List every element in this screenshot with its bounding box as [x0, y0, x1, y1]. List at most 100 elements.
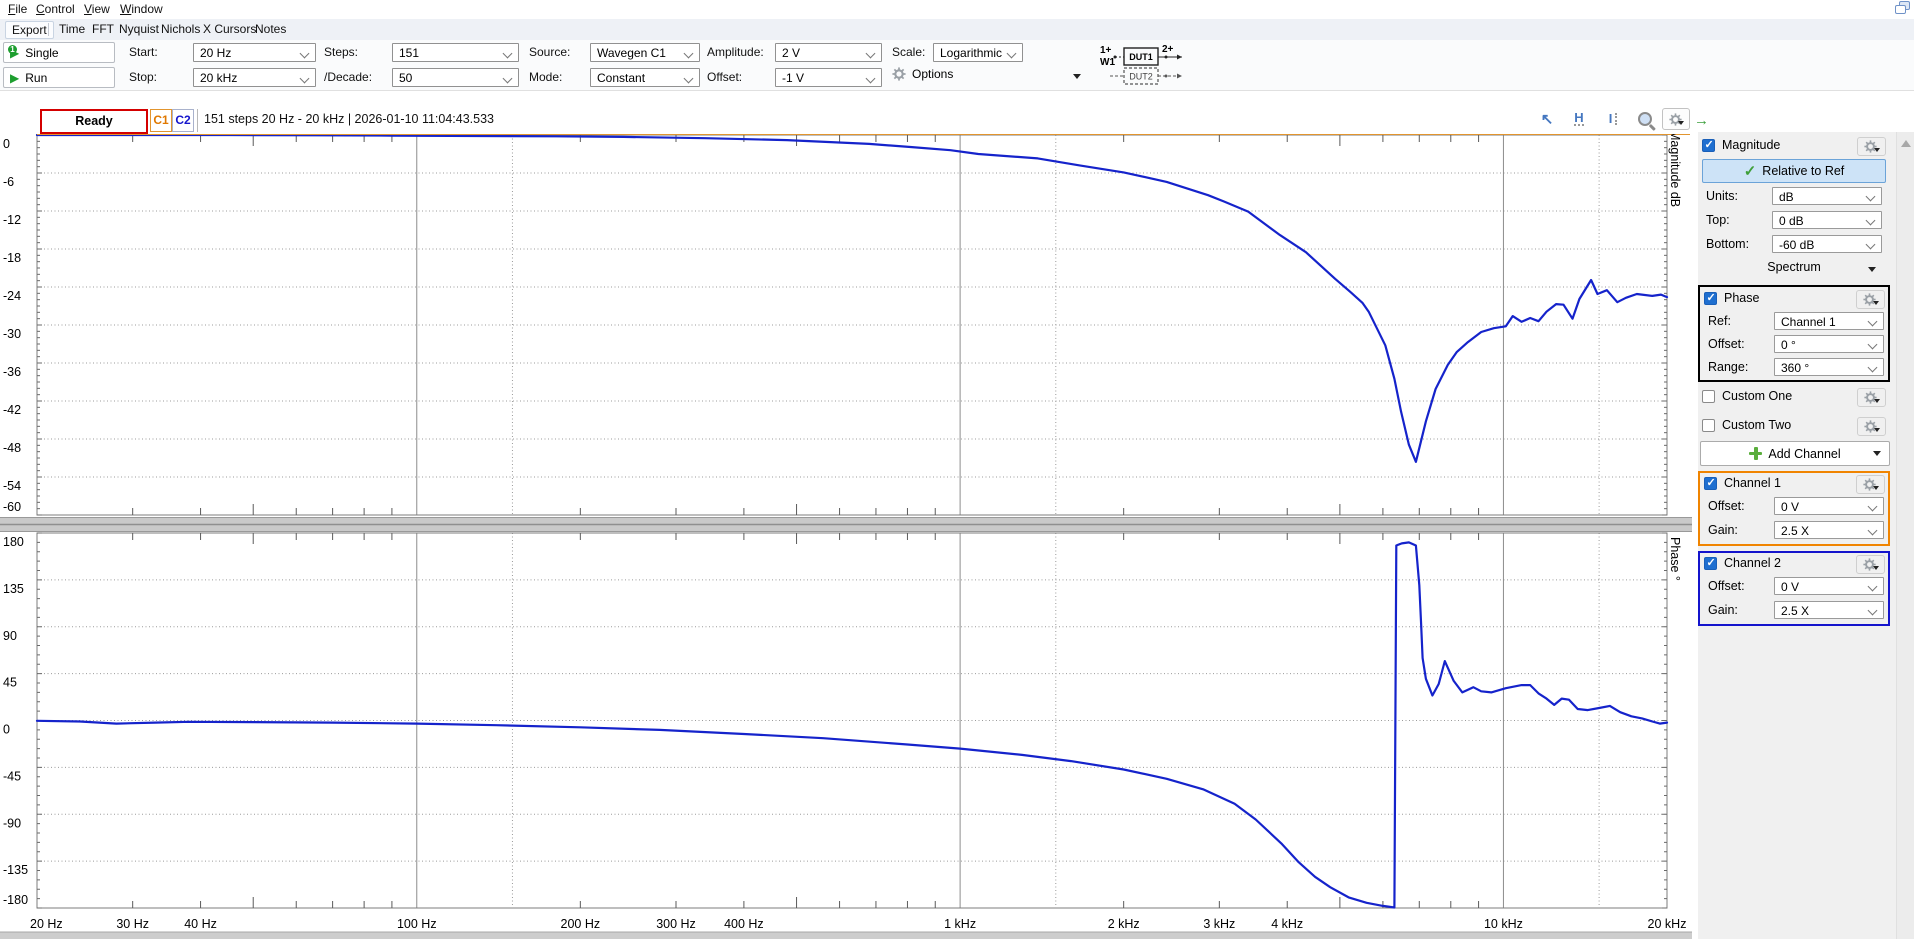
svg-text:3 kHz: 3 kHz [1203, 917, 1235, 931]
source-select[interactable]: Wavegen C1 [590, 43, 700, 62]
svg-text:135: 135 [3, 582, 24, 596]
play-icon: ▶ [10, 72, 19, 84]
dut-connection-diagram: 1+ W1 DUT1 2+ DUT2 [1098, 41, 1194, 89]
panel-expand-icon[interactable]: → [1694, 112, 1709, 129]
svg-text:4 kHz: 4 kHz [1271, 917, 1303, 931]
tab-notes[interactable]: Notes [249, 21, 292, 37]
custom-one-label: Custom One [1722, 389, 1792, 403]
options-dropdown-icon[interactable] [1073, 74, 1081, 79]
spectrum-expander[interactable]: Spectrum [1698, 260, 1890, 274]
single-button[interactable]: ▶ 1 Single [3, 42, 115, 63]
panel-scrollbar[interactable] [1896, 132, 1914, 939]
menu-window[interactable]: Window [120, 2, 163, 16]
custom-two-checkbox[interactable] [1702, 419, 1715, 432]
svg-text:-24: -24 [3, 289, 21, 303]
channel2-checkbox[interactable] [1704, 557, 1717, 570]
range-label: Range: [1708, 360, 1748, 374]
mode-select[interactable]: Constant [590, 68, 700, 87]
channel1-section: Channel 1 Offset: 0 V Gain: 2.5 X [1698, 471, 1890, 546]
amplitude-label: Amplitude: [707, 45, 764, 59]
stop-select[interactable]: 20 kHz [193, 68, 316, 87]
custom-one-settings-button[interactable] [1857, 388, 1886, 407]
top-select[interactable]: 0 dB [1772, 211, 1882, 229]
svg-text:45: 45 [3, 676, 17, 690]
chevron-down-icon [1868, 526, 1878, 536]
chevron-down-icon [1868, 582, 1878, 592]
chevron-down-icon [300, 49, 310, 59]
relative-to-ref-button[interactable]: ✓ Relative to Ref [1702, 159, 1886, 183]
per-decade-select[interactable]: 50 [392, 68, 519, 87]
dropdown-icon [1873, 486, 1879, 490]
top-label: Top: [1706, 213, 1730, 227]
bode-plot-area[interactable]: 0-6-12-18-24-30-36-42-48-54-601801359045… [0, 90, 1706, 939]
channel1-offset-label: Offset: [1708, 499, 1745, 513]
channel2-gain-label: Gain: [1708, 603, 1738, 617]
select-icon[interactable]: ↖ [1536, 109, 1558, 129]
magnitude-section: Magnitude ✓ Relative to Ref Units: dB To… [1698, 136, 1890, 280]
channel1-badge[interactable]: C1 [150, 109, 172, 132]
svg-text:200 Hz: 200 Hz [561, 917, 601, 931]
add-channel-button[interactable]: Add Channel [1700, 441, 1890, 466]
start-select[interactable]: 20 Hz [193, 43, 316, 62]
status-separator [197, 109, 198, 132]
magnitude-settings-button[interactable] [1857, 137, 1886, 156]
dropdown-icon [1868, 267, 1876, 272]
scroll-up-icon[interactable] [1901, 140, 1911, 147]
restore-window-icon[interactable] [1895, 1, 1910, 14]
range-select[interactable]: 360 ° [1774, 358, 1884, 376]
channel2-section: Channel 2 Offset: 0 V Gain: 2.5 X [1698, 551, 1890, 626]
chevron-down-icon [866, 49, 876, 59]
stop-label: Stop: [129, 70, 157, 84]
units-select[interactable]: dB [1772, 187, 1882, 205]
run-button[interactable]: ▶ Run [3, 67, 115, 88]
svg-text:1 kHz: 1 kHz [944, 917, 976, 931]
steps-select[interactable]: 151 [392, 43, 519, 62]
wavegen-offset-select[interactable]: -1 V [775, 68, 882, 87]
channel1-settings-button[interactable] [1856, 475, 1885, 494]
tab-export[interactable]: Export [5, 21, 54, 39]
svg-text:-36: -36 [3, 365, 21, 379]
horizontal-ruler-icon[interactable]: H [1568, 109, 1590, 129]
plot-settings-button[interactable] [1662, 108, 1690, 130]
svg-text:2+: 2+ [1162, 44, 1174, 55]
custom-one-row: Custom One [1698, 388, 1890, 408]
channel1-offset-select[interactable]: 0 V [1774, 497, 1884, 515]
phase-offset-select[interactable]: 0 ° [1774, 335, 1884, 353]
chevron-down-icon [1866, 216, 1876, 226]
magnitude-checkbox[interactable] [1702, 139, 1715, 152]
svg-text:Magnitude dB: Magnitude dB [1668, 130, 1682, 207]
svg-text:20 Hz: 20 Hz [30, 917, 63, 931]
channel2-gain-select[interactable]: 2.5 X [1774, 601, 1884, 619]
svg-text:1+: 1+ [1100, 45, 1112, 56]
amplitude-select[interactable]: 2 V [775, 43, 882, 62]
channel2-settings-button[interactable] [1856, 555, 1885, 574]
menu-control[interactable]: Control [36, 2, 75, 16]
channel1-checkbox[interactable] [1704, 477, 1717, 490]
chevron-down-icon [684, 74, 694, 84]
phase-checkbox[interactable] [1704, 292, 1717, 305]
options-button[interactable]: Options [892, 67, 953, 81]
phase-section: Phase Ref: Channel 1 Offset: 0 ° Range: … [1698, 285, 1890, 382]
phase-settings-button[interactable] [1856, 290, 1885, 309]
custom-one-checkbox[interactable] [1702, 390, 1715, 403]
offset-label: Offset: [707, 70, 742, 84]
svg-text:-6: -6 [3, 175, 14, 189]
bottom-select[interactable]: -60 dB [1772, 235, 1882, 253]
mode-label: Mode: [529, 70, 562, 84]
vertical-ruler-icon[interactable]: I [1602, 109, 1624, 129]
menubar: File Control View Window [0, 0, 1914, 20]
channel2-offset-select[interactable]: 0 V [1774, 577, 1884, 595]
scale-select[interactable]: Logarithmic [933, 43, 1023, 62]
menu-view[interactable]: View [84, 2, 110, 16]
menu-file[interactable]: File [8, 2, 27, 16]
channel1-gain-label: Gain: [1708, 523, 1738, 537]
svg-text:DUT1: DUT1 [1129, 52, 1153, 62]
ref-select[interactable]: Channel 1 [1774, 312, 1884, 330]
custom-two-settings-button[interactable] [1857, 417, 1886, 436]
scale-label: Scale: [892, 45, 925, 59]
channel2-badge[interactable]: C2 [172, 109, 194, 132]
chevron-down-icon [300, 74, 310, 84]
channel1-gain-select[interactable]: 2.5 X [1774, 521, 1884, 539]
chevron-down-icon [503, 49, 513, 59]
zoom-icon[interactable] [1634, 109, 1656, 129]
